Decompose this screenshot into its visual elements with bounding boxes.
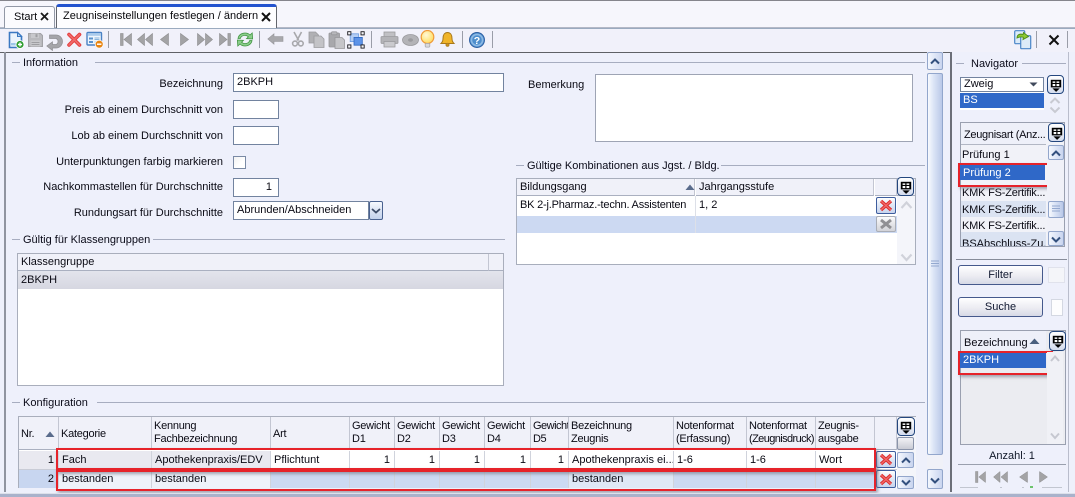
svg-text:?: ? xyxy=(474,35,480,47)
